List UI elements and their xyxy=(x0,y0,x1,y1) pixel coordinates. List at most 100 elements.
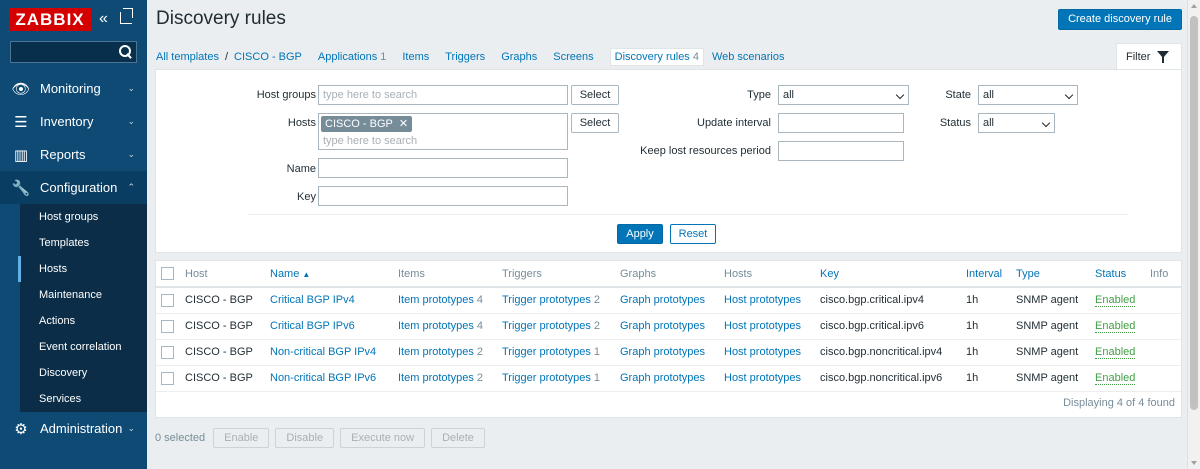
breadcrumb-all-templates[interactable]: All templates xyxy=(156,51,219,63)
menu-item-configuration[interactable]: 🔧 Configuration ⌃ xyxy=(0,171,147,204)
column-type-label[interactable]: Type xyxy=(1016,268,1040,280)
menu-item-monitoring[interactable]: 👁 Monitoring ⌄ xyxy=(0,72,147,105)
rule-name-link[interactable]: Non-critical BGP IPv6 xyxy=(270,372,376,384)
column-status[interactable]: Status xyxy=(1095,261,1150,288)
status-toggle[interactable]: Enabled xyxy=(1095,320,1136,333)
zabbix-logo[interactable]: ZABBIX xyxy=(9,8,91,31)
reset-button[interactable]: Reset xyxy=(670,224,716,244)
column-key[interactable]: Key xyxy=(820,261,966,288)
host-groups-select-button[interactable]: Select xyxy=(571,85,619,105)
submenu-item-services[interactable]: Services xyxy=(0,386,147,412)
column-key-label[interactable]: Key xyxy=(820,268,839,280)
column-type[interactable]: Type xyxy=(1016,261,1095,288)
status-toggle[interactable]: Enabled xyxy=(1095,372,1136,385)
trigger-prototypes-link[interactable]: Trigger prototypes xyxy=(502,294,591,306)
type-select[interactable]: all xyxy=(778,85,909,105)
menu-item-reports[interactable]: ▥ Reports ⌄ xyxy=(0,138,147,171)
kiosk-mode-icon[interactable] xyxy=(120,8,133,24)
scroll-down-arrow-icon[interactable] xyxy=(1191,461,1197,465)
tab-triggers[interactable]: Triggers xyxy=(445,51,485,63)
filter-icon xyxy=(1157,51,1170,63)
name-input[interactable] xyxy=(318,158,568,178)
status-select[interactable]: all xyxy=(978,113,1055,133)
update-interval-input[interactable] xyxy=(778,113,904,133)
column-name-label[interactable]: Name xyxy=(270,268,299,280)
item-prototypes-link[interactable]: Item prototypes xyxy=(398,294,474,306)
rule-name-link[interactable]: Critical BGP IPv6 xyxy=(270,320,355,332)
submenu-item-event-correlation[interactable]: Event correlation xyxy=(0,334,147,360)
filter-divider xyxy=(248,214,1128,215)
cell-host: CISCO - BGP xyxy=(185,313,270,340)
create-discovery-rule-button[interactable]: Create discovery rule xyxy=(1058,9,1182,30)
submenu-item-maintenance[interactable]: Maintenance xyxy=(0,282,147,308)
chevron-down-icon: ⌄ xyxy=(127,116,135,126)
submenu-item-host-groups[interactable]: Host groups xyxy=(0,204,147,230)
tab-discovery-rules[interactable]: Discovery rules 4 xyxy=(609,48,704,66)
chart-icon: ▥ xyxy=(13,146,29,164)
disable-button[interactable]: Disable xyxy=(275,428,335,448)
rule-name-link[interactable]: Non-critical BGP IPv4 xyxy=(270,346,376,358)
apply-button[interactable]: Apply xyxy=(617,224,663,244)
hosts-input[interactable]: CISCO - BGP ✕ type here to search xyxy=(318,113,568,150)
column-info: Info xyxy=(1150,261,1181,288)
column-name[interactable]: Name ▲ xyxy=(270,261,398,288)
breadcrumb-template[interactable]: CISCO - BGP xyxy=(234,51,302,63)
collapse-sidebar-icon[interactable]: « xyxy=(99,10,113,28)
scroll-thumb[interactable] xyxy=(1190,16,1198,410)
row-checkbox[interactable] xyxy=(161,345,174,359)
submenu-item-actions[interactable]: Actions xyxy=(0,308,147,334)
submenu-item-discovery[interactable]: Discovery xyxy=(0,360,147,386)
tab-applications[interactable]: Applications 1 xyxy=(318,51,386,63)
submenu-item-hosts[interactable]: Hosts xyxy=(0,256,147,282)
select-all-checkbox[interactable] xyxy=(161,267,174,280)
host-prototypes-link[interactable]: Host prototypes xyxy=(724,372,801,384)
status-toggle[interactable]: Enabled xyxy=(1095,294,1136,308)
state-select[interactable]: all xyxy=(978,85,1078,105)
column-interval[interactable]: Interval xyxy=(966,261,1016,288)
scroll-up-arrow-icon[interactable] xyxy=(1191,4,1197,8)
host-prototypes-link[interactable]: Host prototypes xyxy=(724,346,801,358)
row-checkbox[interactable] xyxy=(161,319,174,333)
enable-button[interactable]: Enable xyxy=(213,428,270,448)
rule-name-link[interactable]: Critical BGP IPv4 xyxy=(270,294,355,306)
menu-item-inventory[interactable]: ☰ Inventory ⌄ xyxy=(0,105,147,138)
status-toggle[interactable]: Enabled xyxy=(1095,346,1136,359)
host-prototypes-link[interactable]: Host prototypes xyxy=(724,320,801,332)
column-interval-label[interactable]: Interval xyxy=(966,268,1002,280)
hosts-select-button[interactable]: Select xyxy=(571,113,619,133)
search-icon[interactable] xyxy=(119,45,132,58)
graph-prototypes-link[interactable]: Graph prototypes xyxy=(620,320,705,332)
page-scrollbar[interactable] xyxy=(1187,0,1200,469)
key-input[interactable] xyxy=(318,186,568,206)
item-prototypes-link[interactable]: Item prototypes xyxy=(398,346,474,358)
item-prototypes-link[interactable]: Item prototypes xyxy=(398,320,474,332)
column-status-label[interactable]: Status xyxy=(1095,268,1126,280)
tab-graphs[interactable]: Graphs xyxy=(501,51,537,63)
submenu-item-templates[interactable]: Templates xyxy=(0,230,147,256)
item-prototypes-link[interactable]: Item prototypes xyxy=(398,372,474,384)
chevron-up-icon: ⌃ xyxy=(127,182,135,192)
tab-items[interactable]: Items xyxy=(402,51,429,63)
trigger-prototypes-link[interactable]: Trigger prototypes xyxy=(502,372,591,384)
tab-screens[interactable]: Screens xyxy=(553,51,593,63)
trigger-prototypes-link[interactable]: Trigger prototypes xyxy=(502,320,591,332)
graph-prototypes-link[interactable]: Graph prototypes xyxy=(620,372,705,384)
execute-now-button[interactable]: Execute now xyxy=(340,428,426,448)
row-checkbox[interactable] xyxy=(161,293,174,307)
host-prototypes-link[interactable]: Host prototypes xyxy=(724,294,801,306)
delete-button[interactable]: Delete xyxy=(431,428,485,448)
update-interval-label: Update interval xyxy=(697,117,771,129)
filter-tab[interactable]: Filter xyxy=(1116,43,1182,70)
trigger-prototypes-link[interactable]: Trigger prototypes xyxy=(502,346,591,358)
tab-count: 1 xyxy=(380,51,387,63)
remove-tag-icon[interactable]: ✕ xyxy=(399,118,408,130)
graph-prototypes-link[interactable]: Graph prototypes xyxy=(620,346,705,358)
row-checkbox[interactable] xyxy=(161,371,174,385)
graph-prototypes-link[interactable]: Graph prototypes xyxy=(620,294,705,306)
host-groups-input[interactable]: type here to search xyxy=(318,85,568,105)
sidebar-search-input[interactable] xyxy=(10,41,137,63)
keep-lost-input[interactable] xyxy=(778,141,904,161)
menu-item-administration[interactable]: ⚙ Administration ⌄ xyxy=(0,412,147,445)
cell-interval: 1h xyxy=(966,287,1016,314)
tab-web-scenarios[interactable]: Web scenarios xyxy=(712,51,785,63)
